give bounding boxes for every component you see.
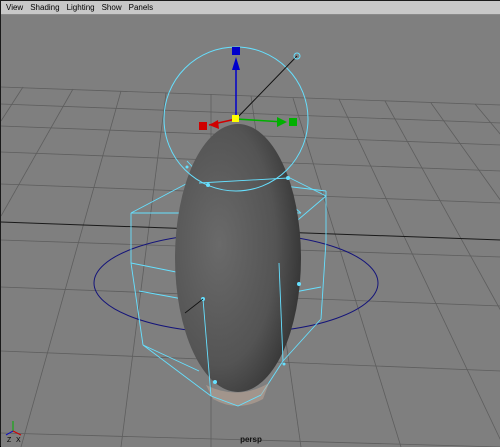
menu-panels[interactable]: Panels: [129, 1, 153, 15]
scale-z-handle[interactable]: [289, 118, 297, 126]
panel-menubar: View Shading Lighting Show Panels: [1, 1, 500, 15]
scene-canvas[interactable]: Z X: [1, 15, 500, 447]
move-x-arrow[interactable]: [209, 120, 219, 129]
camera-name-label: persp: [240, 435, 262, 444]
menu-view[interactable]: View: [6, 1, 23, 15]
pivot-arm: [235, 55, 298, 120]
scale-x-handle[interactable]: [199, 122, 207, 130]
move-y-arrow[interactable]: [232, 57, 240, 70]
move-z-arrow[interactable]: [277, 117, 287, 127]
manipulator-center[interactable]: [232, 115, 239, 122]
menu-show[interactable]: Show: [102, 1, 122, 15]
maya-viewport-panel: View Shading Lighting Show Panels Z X pe…: [0, 0, 500, 447]
scale-y-handle[interactable]: [232, 47, 240, 55]
egg-sphere-mesh[interactable]: [175, 124, 301, 392]
menu-lighting[interactable]: Lighting: [67, 1, 95, 15]
menu-shading[interactable]: Shading: [30, 1, 59, 15]
perspective-viewport[interactable]: Z X persp: [1, 15, 500, 447]
move-z-axis[interactable]: [235, 118, 285, 123]
